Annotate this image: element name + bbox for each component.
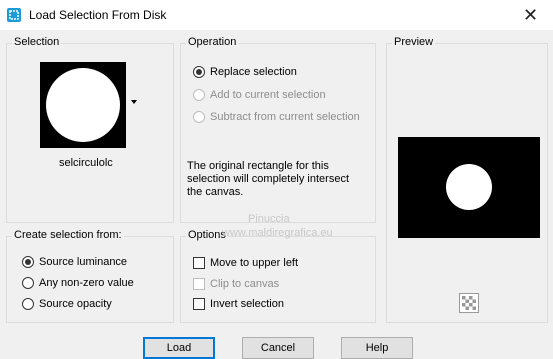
radio-dot <box>22 256 34 268</box>
checkbox-label: Invert selection <box>210 298 284 310</box>
radio-label: Subtract from current selection <box>210 111 360 123</box>
preview-group-label: Preview <box>392 36 436 48</box>
watermark-line: www.maldiregrafica.eu <box>222 227 333 239</box>
radio-label: Replace selection <box>210 66 297 78</box>
radio-dot <box>22 298 34 310</box>
radio-source-luminance[interactable]: Source luminance <box>22 256 127 268</box>
preview-circle-shape <box>446 164 492 210</box>
close-icon[interactable]: ✕ <box>508 0 553 30</box>
watermark-text: Pinuccia www.maldiregrafica.eu <box>222 212 333 240</box>
app-icon <box>7 8 21 22</box>
radio-dot <box>193 111 205 123</box>
watermark-line: Pinuccia <box>248 213 290 225</box>
checkbox-label: Move to upper left <box>210 257 299 269</box>
checkbox-box <box>193 298 205 310</box>
radio-dot <box>193 66 205 78</box>
dropdown-arrow-icon[interactable] <box>131 100 137 104</box>
window-title: Load Selection From Disk <box>29 8 167 22</box>
checkbox-box <box>193 257 205 269</box>
operation-group-label: Operation <box>186 36 239 48</box>
checkbox-invert-selection[interactable]: Invert selection <box>193 298 284 310</box>
radio-add-to-selection[interactable]: Add to current selection <box>193 89 326 101</box>
create-from-group-label: Create selection from: <box>12 229 124 241</box>
radio-label: Any non-zero value <box>39 277 134 289</box>
radio-replace-selection[interactable]: Replace selection <box>193 66 297 78</box>
message-line: The original rectangle for this <box>187 160 329 172</box>
preview-image <box>398 137 540 238</box>
checkbox-clip-to-canvas[interactable]: Clip to canvas <box>193 278 279 290</box>
radio-any-non-zero[interactable]: Any non-zero value <box>22 277 134 289</box>
radio-subtract-selection[interactable]: Subtract from current selection <box>193 111 360 123</box>
cancel-button[interactable]: Cancel <box>242 337 314 359</box>
checkbox-move-to-upper-left[interactable]: Move to upper left <box>193 257 298 269</box>
help-button[interactable]: Help <box>341 337 413 359</box>
selection-file-name: selcirculolc <box>59 157 113 169</box>
radio-source-opacity[interactable]: Source opacity <box>22 298 112 310</box>
radio-label: Source opacity <box>39 298 112 310</box>
message-line: the canvas. <box>187 186 244 198</box>
radio-dot <box>193 89 205 101</box>
checkbox-box <box>193 278 205 290</box>
radio-dot <box>22 277 34 289</box>
selection-group-label: Selection <box>12 36 62 48</box>
message-line: selection will completely intersect <box>187 173 350 185</box>
radio-label: Source luminance <box>39 256 128 268</box>
selection-circle-shape <box>46 68 120 142</box>
checkerboard-icon[interactable] <box>459 293 479 313</box>
load-button[interactable]: Load <box>143 337 215 359</box>
operation-message: The original rectangle for this selectio… <box>187 160 349 199</box>
selection-thumbnail[interactable] <box>40 62 126 148</box>
radio-label: Add to current selection <box>210 89 326 101</box>
checkbox-label: Clip to canvas <box>210 278 280 290</box>
title-bar: Load Selection From Disk ✕ <box>0 0 553 30</box>
